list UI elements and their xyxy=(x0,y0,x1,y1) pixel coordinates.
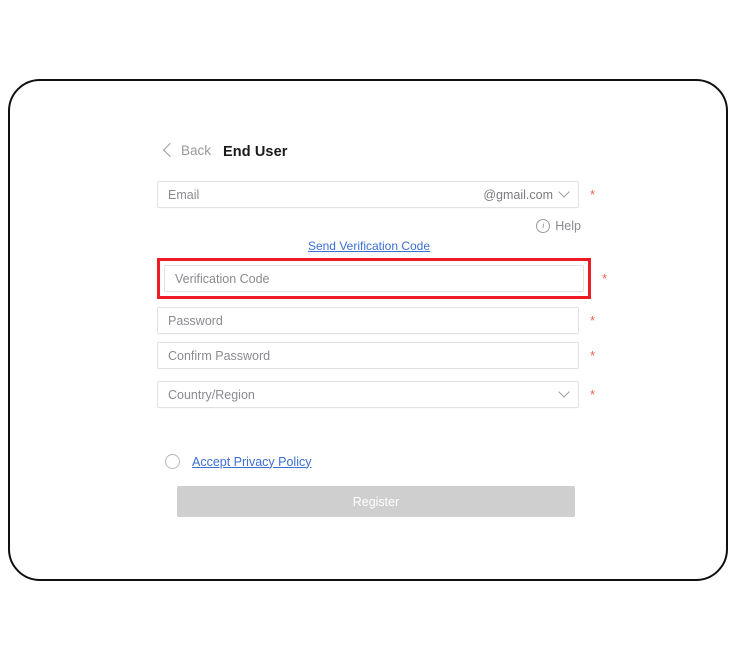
password-required-asterisk: * xyxy=(590,313,596,328)
privacy-policy-row: Accept Privacy Policy xyxy=(165,454,607,469)
country-region-field-row: Country/Region * xyxy=(157,381,607,408)
password-input[interactable]: Password xyxy=(157,307,579,334)
confirm-password-input[interactable]: Confirm Password xyxy=(157,342,579,369)
help-button[interactable]: Help xyxy=(536,219,581,233)
password-input-placeholder: Password xyxy=(168,313,223,328)
country-region-required-asterisk: * xyxy=(590,387,596,402)
send-verification-code-link[interactable]: Send Verification Code xyxy=(308,239,430,253)
page-title: End User xyxy=(223,143,288,160)
confirm-password-field-row: Confirm Password * xyxy=(157,342,607,369)
email-input[interactable]: Email @gmail.com xyxy=(157,181,579,208)
email-required-asterisk: * xyxy=(590,187,596,202)
help-label: Help xyxy=(555,219,581,233)
privacy-policy-link[interactable]: Accept Privacy Policy xyxy=(192,455,311,469)
chevron-left-icon xyxy=(162,142,178,157)
info-circle-icon xyxy=(536,219,551,233)
verification-code-field-row: Verification Code * xyxy=(157,258,607,299)
help-row: Help xyxy=(157,217,581,235)
verification-code-input-placeholder: Verification Code xyxy=(175,271,270,286)
country-region-select-placeholder: Country/Region xyxy=(168,387,255,402)
verification-code-highlight-annotation: Verification Code xyxy=(157,258,591,299)
back-button[interactable]: Back xyxy=(162,142,212,158)
verification-code-required-asterisk: * xyxy=(602,271,608,286)
email-field-row: Email @gmail.com * xyxy=(157,181,607,208)
confirm-password-required-asterisk: * xyxy=(590,348,596,363)
country-region-select[interactable]: Country/Region xyxy=(157,381,579,408)
verification-code-input[interactable]: Verification Code xyxy=(164,265,584,292)
registration-form: Back End User Email @gmail.com * Help Se… xyxy=(157,142,607,517)
back-button-label: Back xyxy=(181,143,212,158)
password-field-row: Password * xyxy=(157,307,607,334)
accept-privacy-policy-checkbox[interactable] xyxy=(165,454,180,469)
confirm-password-input-placeholder: Confirm Password xyxy=(168,348,271,363)
register-button[interactable]: Register xyxy=(177,486,575,517)
email-domain-value: @gmail.com xyxy=(483,187,553,202)
form-header: Back End User xyxy=(162,142,607,165)
send-verification-code-row: Send Verification Code xyxy=(157,237,581,255)
register-button-label: Register xyxy=(352,494,400,509)
email-input-placeholder: Email xyxy=(168,187,200,202)
chevron-down-icon[interactable] xyxy=(558,185,570,198)
chevron-down-icon[interactable] xyxy=(558,385,570,398)
device-frame: Back End User Email @gmail.com * Help Se… xyxy=(8,79,728,581)
